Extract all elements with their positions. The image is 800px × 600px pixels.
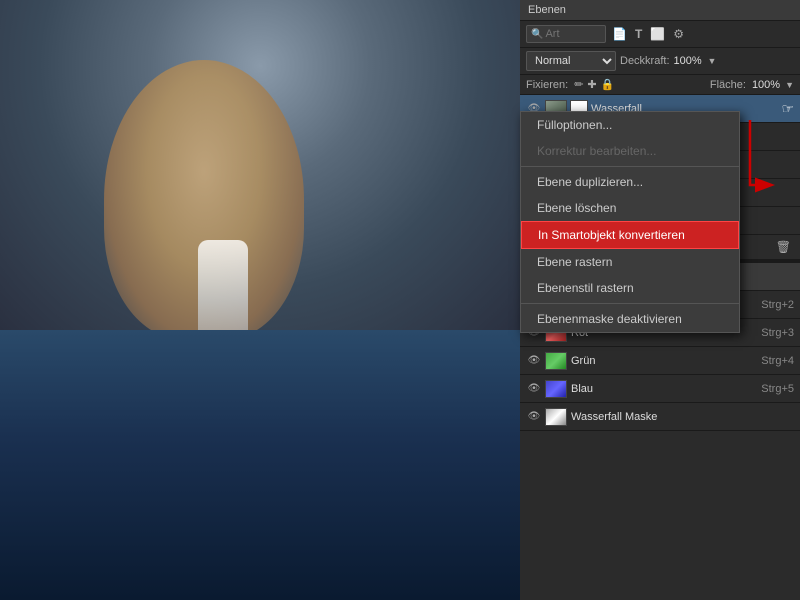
- channel-name-2: Grün: [571, 355, 761, 367]
- channel-shortcut-0: Strg+2: [761, 299, 794, 311]
- canvas-area: [0, 0, 520, 600]
- channel-row-grün[interactable]: 👁 GrünStrg+4: [520, 347, 800, 375]
- search-box[interactable]: 🔍: [526, 25, 606, 43]
- panel-toolbar: 🔍 📄 T ⬜ ⚙: [520, 21, 800, 48]
- flache-row: Fläche: 100% ▼: [710, 79, 794, 91]
- glow-element: [68, 390, 98, 420]
- channel-thumb-3: [545, 380, 567, 398]
- ebenen-panel: Ebenen 🔍 📄 T ⬜ ⚙ Normal Multiplizieren B…: [520, 0, 800, 261]
- fix-pixel-icon[interactable]: ✏: [574, 78, 583, 91]
- flache-dropdown-icon[interactable]: ▼: [785, 80, 794, 90]
- opacity-row: Deckkraft: 100% ▼: [620, 55, 794, 67]
- fix-icons: ✏ ✚ 🔒: [574, 78, 614, 91]
- flache-value: 100%: [752, 79, 780, 91]
- channel-eye-4[interactable]: 👁: [526, 409, 542, 425]
- layer-row-wasserfall[interactable]: 👁 Wasserfall ☞ Fülloptionen...Korrektur …: [520, 95, 800, 123]
- delete-layer-icon[interactable]: 🗑: [773, 239, 794, 255]
- blend-mode-row: Normal Multiplizieren Bildschirm Deckkra…: [520, 48, 800, 75]
- opacity-label: Deckkraft:: [620, 55, 670, 67]
- new-layer-icon[interactable]: 📄: [610, 26, 629, 42]
- channel-thumb-4: [545, 408, 567, 426]
- fix-artboard-icon[interactable]: 🔒: [601, 78, 615, 91]
- canvas-image: [0, 0, 520, 600]
- context-menu-separator: [521, 303, 739, 304]
- layer-toolbar-icons: 📄 T ⬜ ⚙: [610, 26, 686, 42]
- channel-shortcut-1: Strg+3: [761, 327, 794, 339]
- fix-position-icon[interactable]: ✚: [587, 78, 596, 91]
- panel-title: Ebenen: [528, 4, 566, 16]
- waterfall-element: [198, 240, 248, 360]
- context-menu-item-in-smartobjekt-konvertieren[interactable]: In Smartobjekt konvertieren: [521, 221, 739, 249]
- opacity-value: 100%: [674, 55, 704, 67]
- context-menu-item-ebene-rastern[interactable]: Ebene rastern: [521, 249, 739, 275]
- right-panel: Ebenen 🔍 📄 T ⬜ ⚙ Normal Multiplizieren B…: [520, 0, 800, 600]
- channel-row-blau[interactable]: 👁 BlauStrg+5: [520, 375, 800, 403]
- text-icon[interactable]: T: [633, 26, 644, 42]
- context-menu-item-f-lloptionen---[interactable]: Fülloptionen...: [521, 112, 739, 138]
- search-icon: 🔍: [531, 29, 543, 40]
- opacity-dropdown-icon[interactable]: ▼: [708, 56, 717, 66]
- context-menu-item-ebenenmaske-deaktivieren[interactable]: Ebenenmaske deaktivieren: [521, 306, 739, 332]
- context-menu-item-korrektur-bearbeiten---: Korrektur bearbeiten...: [521, 138, 739, 164]
- blend-mode-select[interactable]: Normal Multiplizieren Bildschirm: [526, 51, 616, 71]
- search-input[interactable]: [545, 28, 600, 40]
- context-menu: Fülloptionen...Korrektur bearbeiten... Eb…: [520, 111, 740, 333]
- fixieren-row: Fixieren: ✏ ✚ 🔒 Fläche: 100% ▼: [520, 75, 800, 95]
- channel-eye-3[interactable]: 👁: [526, 381, 542, 397]
- channel-row-wasserfall-maske[interactable]: 👁 Wasserfall Maske: [520, 403, 800, 431]
- channel-shortcut-2: Strg+4: [761, 355, 794, 367]
- context-menu-item-ebenenstil-rastern[interactable]: Ebenenstil rastern: [521, 275, 739, 301]
- context-menu-item-ebene-duplizieren---[interactable]: Ebene duplizieren...: [521, 169, 739, 195]
- settings-icon[interactable]: ⚙: [671, 26, 686, 42]
- channel-eye-2[interactable]: 👁: [526, 353, 542, 369]
- flache-label: Fläche:: [710, 79, 746, 91]
- shape-icon[interactable]: ⬜: [648, 26, 667, 42]
- cursor-hand: ☞: [781, 100, 794, 117]
- context-menu-item-ebene-l-schen[interactable]: Ebene löschen: [521, 195, 739, 221]
- channel-name-3: Blau: [571, 383, 761, 395]
- fix-label: Fixieren:: [526, 79, 568, 91]
- boat-element: [62, 402, 122, 432]
- channel-name-4: Wasserfall Maske: [571, 411, 794, 423]
- panel-header: Ebenen: [520, 0, 800, 21]
- channel-shortcut-3: Strg+5: [761, 383, 794, 395]
- channel-thumb-2: [545, 352, 567, 370]
- context-menu-separator: [521, 166, 739, 167]
